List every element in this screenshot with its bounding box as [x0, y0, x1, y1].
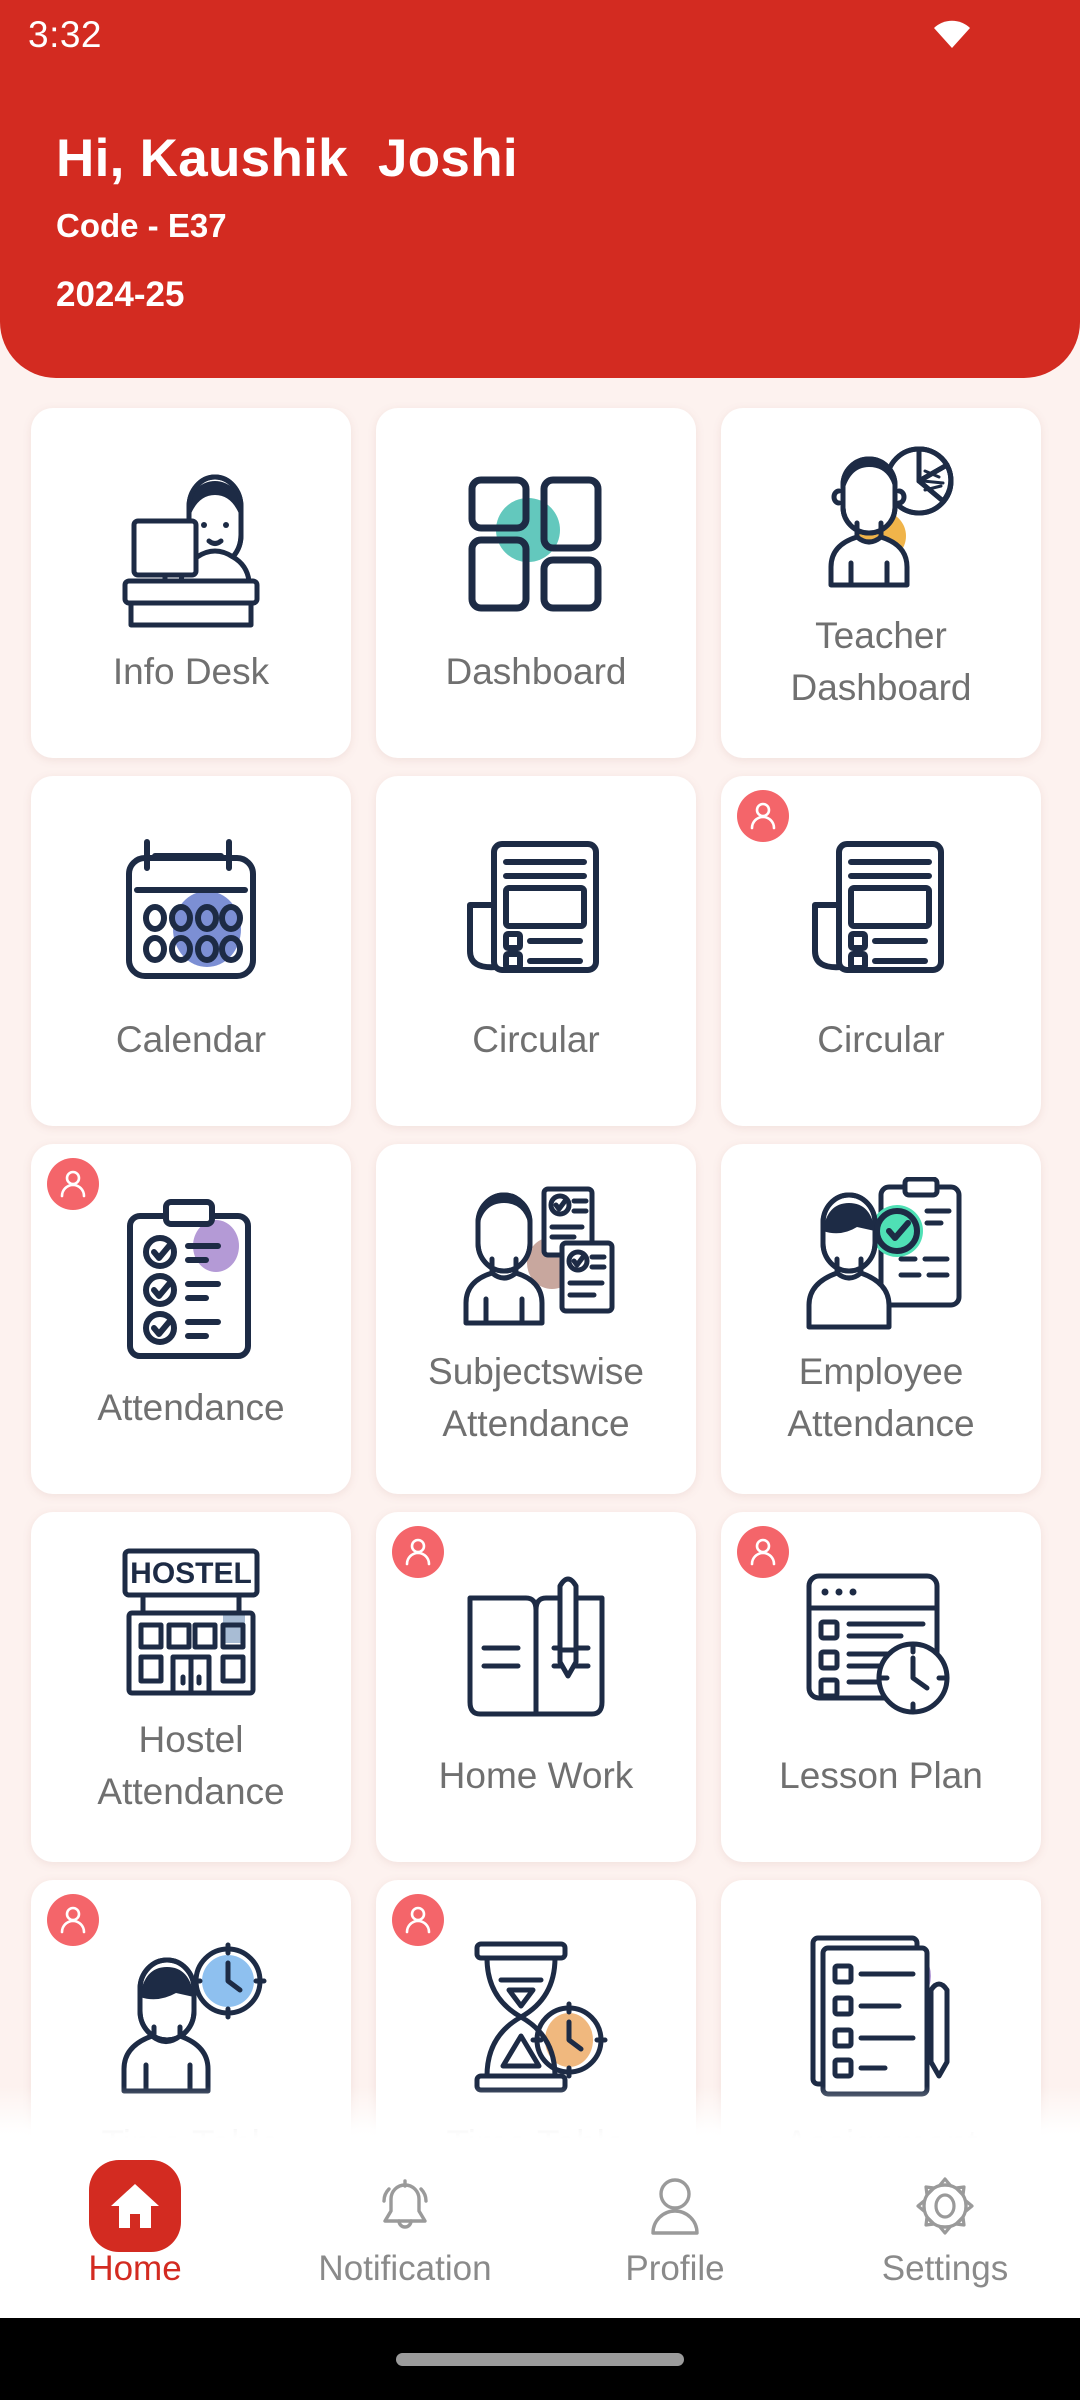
active-nav-highlight: [89, 2160, 181, 2252]
module-card[interactable]: Home Work: [376, 1512, 696, 1862]
nav-item-label: Settings: [881, 2249, 1009, 2288]
svg-text:HOSTEL: HOSTEL: [130, 1557, 252, 1590]
module-card-label: Calendar: [115, 1019, 267, 1060]
person-badge-icon: [47, 1894, 99, 1946]
teacher-dashboard-icon: [786, 430, 976, 606]
nav-item-notification[interactable]: Notification: [270, 2138, 540, 2318]
calendar-icon: [96, 814, 286, 1010]
gesture-navigation-bar: [0, 2318, 1080, 2400]
nav-item-label: Profile: [625, 2249, 725, 2288]
module-card-label: Circular: [817, 1019, 945, 1060]
person-badge-icon: [737, 790, 789, 842]
circular-document-icon: [786, 814, 976, 1010]
home-icon: [89, 2160, 181, 2252]
academic-year: 2024-25: [56, 275, 185, 314]
employee-attendance-icon: [786, 1166, 976, 1342]
module-card[interactable]: HOSTEL Hostel Attendance: [31, 1512, 351, 1862]
nav-item-settings[interactable]: Settings: [810, 2138, 1080, 2318]
module-card-label: Teacher Dashboard: [790, 615, 972, 708]
module-card-label: Hostel Attendance: [97, 1719, 285, 1812]
assignment-pen-icon: [786, 1918, 976, 2114]
module-card[interactable]: Employee Attendance: [721, 1144, 1041, 1494]
circular-document-icon: [441, 814, 631, 1010]
module-card-label: Home Work: [438, 1755, 634, 1796]
module-grid: Info Desk Dashboard Teacher Dashboard Ca…: [31, 408, 1049, 2230]
module-card[interactable]: Circular: [376, 776, 696, 1126]
module-card[interactable]: Circular: [721, 776, 1041, 1126]
person-badge-icon: [737, 1526, 789, 1578]
nav-item-label: Home: [88, 2249, 182, 2288]
module-card[interactable]: Lesson Plan: [721, 1512, 1041, 1862]
status-bar-icons: [932, 18, 972, 55]
gesture-pill[interactable]: [396, 2352, 684, 2366]
nav-item-label: Notification: [318, 2249, 492, 2288]
app-header: 3:32 Hi, Kaushik Joshi Code - E37 2024-2…: [0, 0, 1080, 378]
module-card-label: Employee Attendance: [787, 1351, 975, 1444]
module-card[interactable]: Teacher Dashboard: [721, 408, 1041, 758]
module-card[interactable]: Calendar: [31, 776, 351, 1126]
module-card-label: Dashboard: [445, 651, 627, 692]
employee-code: Code - E37: [56, 207, 227, 244]
module-card[interactable]: Attendance: [31, 1144, 351, 1494]
bottom-navigation: Home Notification Profile Settings: [0, 2138, 1080, 2318]
dashboard-grid-icon: [441, 446, 631, 642]
time-table-hourglass-icon: [441, 1918, 631, 2114]
gear-icon: [914, 2167, 976, 2245]
module-card-label: Circular: [472, 1019, 600, 1060]
person-badge-icon: [392, 1526, 444, 1578]
info-desk-icon: [96, 446, 286, 642]
app-screen: 3:32 Hi, Kaushik Joshi Code - E37 2024-2…: [0, 0, 1080, 2400]
bell-icon: [374, 2167, 436, 2245]
home-work-book-icon: [441, 1550, 631, 1746]
person-icon: [646, 2167, 704, 2245]
status-bar-clock: 3:32: [28, 14, 103, 55]
time-table-person-clock-icon: [96, 1918, 286, 2114]
nav-item-home[interactable]: Home: [0, 2138, 270, 2318]
status-bar: 3:32: [0, 0, 1080, 74]
nav-item-profile[interactable]: Profile: [540, 2138, 810, 2318]
content-fade: [0, 2086, 1080, 2138]
wifi-icon: [932, 18, 972, 55]
module-card[interactable]: Dashboard: [376, 408, 696, 758]
greeting-text: Hi, Kaushik Joshi: [56, 129, 518, 188]
person-badge-icon: [47, 1158, 99, 1210]
module-card[interactable]: Info Desk: [31, 408, 351, 758]
attendance-clipboard-icon: [96, 1182, 286, 1378]
module-card-label: Lesson Plan: [779, 1755, 983, 1796]
module-card-label: Subjectswise Attendance: [428, 1351, 644, 1444]
lesson-plan-icon: [786, 1550, 976, 1746]
module-card[interactable]: Subjectswise Attendance: [376, 1144, 696, 1494]
module-card-label: Attendance: [97, 1387, 285, 1428]
module-card-label: Info Desk: [112, 651, 270, 692]
subjectswise-attendance-icon: [441, 1166, 631, 1342]
hostel-building-icon: HOSTEL: [96, 1534, 286, 1710]
person-badge-icon: [392, 1894, 444, 1946]
